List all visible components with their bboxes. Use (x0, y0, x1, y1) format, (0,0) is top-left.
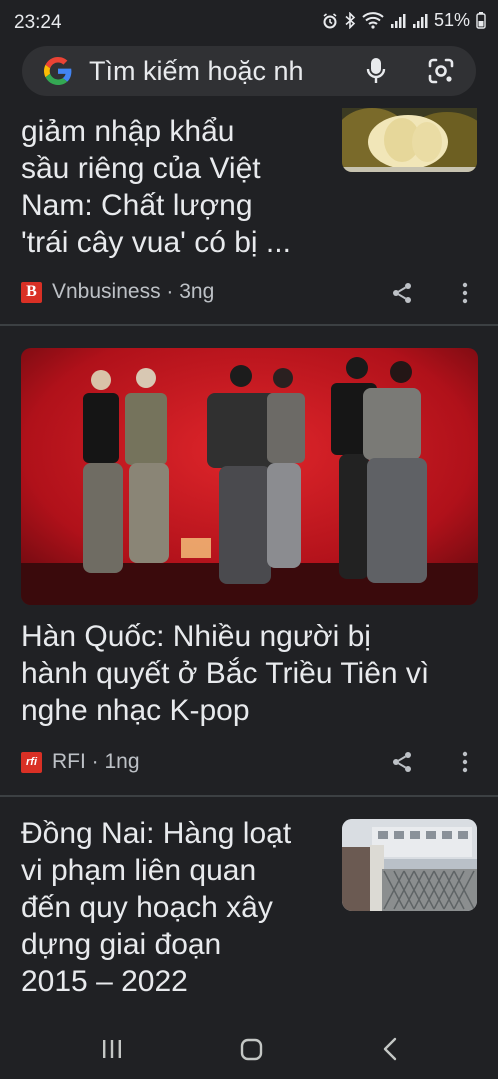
article-title[interactable]: Hàn Quốc: Nhiều người bị hành quyết ở Bắ… (21, 618, 429, 729)
battery-icon (476, 12, 486, 29)
kpop-dancers-on-red-stage (21, 348, 478, 605)
bluetooth-icon (345, 12, 356, 29)
source-name: RFI (52, 750, 86, 773)
article-meta: B Vnbusiness · 3ng (21, 280, 214, 304)
mic-icon[interactable] (366, 57, 386, 85)
meta-separator: · (160, 280, 180, 303)
alarm-icon (323, 12, 337, 28)
status-time: 23:24 (14, 12, 62, 33)
share-icon[interactable] (390, 750, 414, 774)
recents-icon[interactable] (101, 1039, 123, 1059)
article-age: 1ng (104, 750, 140, 773)
lens-icon[interactable] (428, 58, 454, 84)
back-icon[interactable] (382, 1037, 398, 1061)
signal-icon (390, 13, 406, 28)
signal-icon (412, 13, 428, 28)
article-meta: rfi RFI · 1ng (21, 750, 140, 774)
article-title[interactable]: giảm nhập khẩu sầu riêng của Việt Nam: C… (21, 113, 291, 261)
home-icon[interactable] (240, 1038, 263, 1061)
article-thumbnail[interactable] (342, 108, 477, 172)
government-building-gate (342, 819, 477, 911)
status-bar: 23:24 51% (0, 0, 498, 46)
search-bar[interactable]: Tìm kiếm hoặc nh (22, 46, 476, 96)
article-image[interactable] (21, 348, 478, 605)
durian-photo (342, 108, 477, 172)
source-logo: rfi (21, 751, 42, 773)
share-icon[interactable] (390, 281, 414, 305)
search-input[interactable]: Tìm kiếm hoặc nh (89, 56, 329, 87)
system-nav-bar (0, 1020, 498, 1079)
meta-separator: · (85, 750, 105, 773)
news-card[interactable]: Đồng Nai: Hàng loạt vi phạm liên quan đế… (0, 797, 498, 1020)
news-card[interactable]: giảm nhập khẩu sầu riêng của Việt Nam: C… (0, 108, 498, 328)
source-logo: B (21, 281, 42, 303)
google-logo (44, 57, 72, 85)
status-icons: 51% (322, 10, 486, 31)
search-header: Tìm kiếm hoặc nh (0, 46, 498, 108)
article-age: 3ng (179, 280, 215, 303)
wifi-icon (362, 12, 384, 29)
source-name: Vnbusiness (52, 280, 161, 303)
news-feed: giảm nhập khẩu sầu riêng của Việt Nam: C… (0, 108, 498, 1020)
battery-percent: 51% (433, 10, 470, 30)
news-card[interactable]: Hàn Quốc: Nhiều người bị hành quyết ở Bắ… (0, 326, 498, 796)
more-options-icon[interactable] (455, 751, 475, 773)
more-options-icon[interactable] (455, 282, 475, 304)
article-thumbnail[interactable] (342, 819, 477, 911)
article-title[interactable]: Đồng Nai: Hàng loạt vi phạm liên quan đế… (21, 815, 291, 1000)
